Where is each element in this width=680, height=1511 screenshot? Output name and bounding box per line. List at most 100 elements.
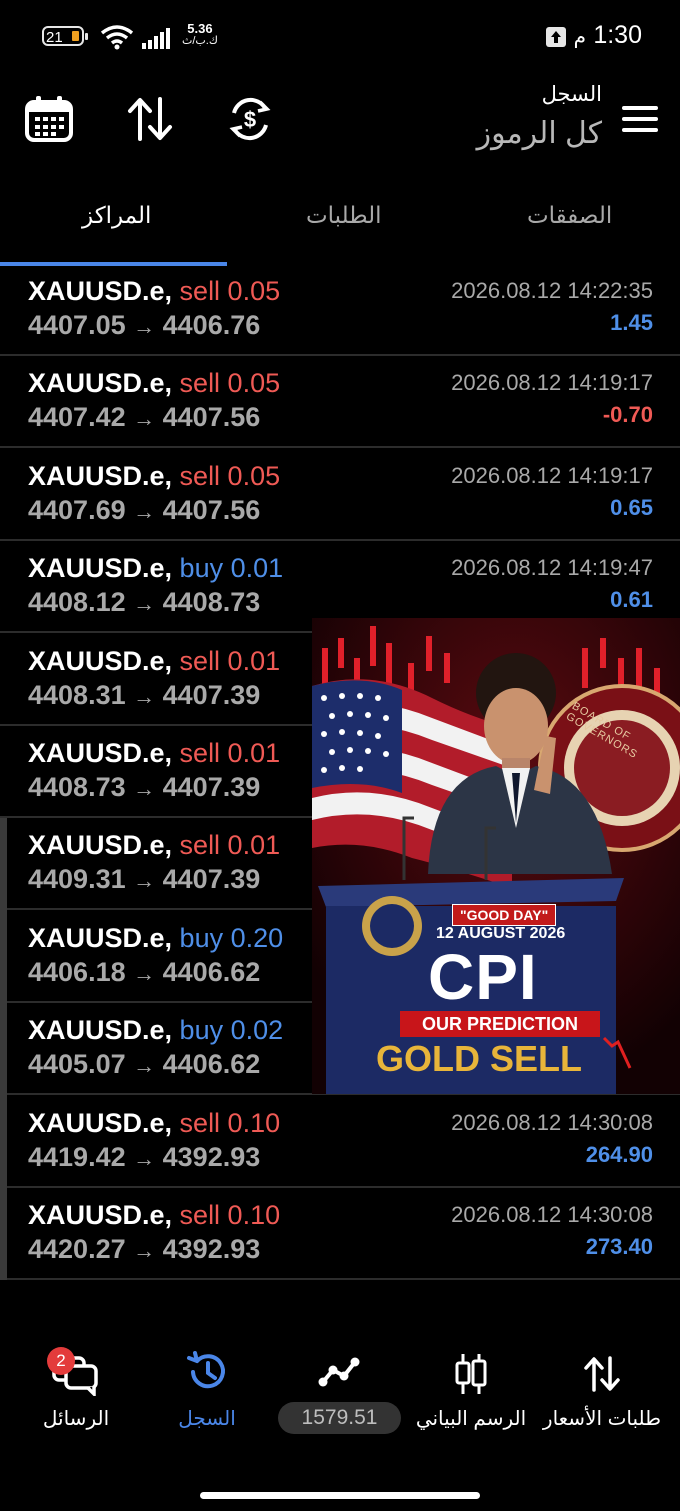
- row-prices: 4406.18 → 4406.62: [28, 957, 260, 988]
- table-row[interactable]: XAUUSD.e, sell 0.05 4407.42 → 4407.56 2026…: [0, 356, 680, 448]
- symbol-filter[interactable]: كل الرموز: [477, 116, 602, 151]
- row-open-price: 4407.42: [28, 402, 126, 432]
- row-open-price: 4406.18: [28, 957, 126, 987]
- tab-positions[interactable]: المراكز: [82, 202, 151, 229]
- row-profit: 273.40: [585, 1234, 653, 1259]
- row-close-price: 4407.39: [162, 680, 261, 710]
- row-symbol: XAUUSD.e, sell 0.01: [28, 646, 281, 676]
- table-row[interactable]: XAUUSD.e, sell 0.05 4407.69 → 4407.56 2026…: [0, 449, 680, 541]
- row-prices: 4408.31 → 4407.39: [28, 680, 260, 711]
- row-open-price: 4408.12: [28, 587, 126, 617]
- arrow-icon: →: [133, 1053, 156, 1078]
- row-close-price: 4406.62: [162, 957, 261, 987]
- calendar-icon[interactable]: [25, 95, 73, 143]
- row-symbol: XAUUSD.e, sell 0.05: [28, 276, 281, 306]
- tab-orders[interactable]: الطلبات: [306, 202, 381, 229]
- candlestick-icon: [455, 1354, 487, 1394]
- trade-value-pill[interactable]: 1579.51: [278, 1402, 401, 1434]
- row-profit: 0.61: [610, 587, 653, 612]
- row-open-price: 4408.73: [28, 772, 126, 802]
- ad-tag: "GOOD DAY": [452, 904, 557, 926]
- menu-icon[interactable]: [622, 106, 658, 134]
- row-side: sell 0.01: [179, 738, 281, 768]
- row-close-price: 4407.56: [162, 495, 261, 525]
- nav-trade[interactable]: [271, 1350, 407, 1397]
- nav-quotes[interactable]: طلبات الأسعار: [534, 1350, 670, 1430]
- row-prices: 4407.05 → 4406.76: [28, 310, 260, 341]
- nav-quotes-label: طلبات الأسعار: [542, 1408, 662, 1430]
- row-close-price: 4392.93: [162, 1142, 261, 1172]
- ad-prediction: OUR PREDICTION: [400, 1011, 600, 1037]
- row-symbol: XAUUSD.e, sell 0.10: [28, 1108, 281, 1138]
- ad-headline: CPI: [428, 941, 538, 1013]
- row-side: sell 0.05: [179, 461, 281, 491]
- row-side: sell 0.10: [179, 1108, 281, 1138]
- row-prices: 4419.42 → 4392.93: [28, 1142, 260, 1173]
- arrow-icon: →: [133, 591, 156, 616]
- row-symbol: XAUUSD.e, sell 0.01: [28, 738, 281, 768]
- row-datetime: 2026.08.12 14:19:47: [451, 555, 653, 580]
- clock: 1:30: [593, 21, 642, 49]
- row-symbol: XAUUSD.e, sell 0.10: [28, 1200, 281, 1230]
- row-open-price: 4419.42: [28, 1142, 126, 1172]
- row-datetime: 2026.08.12 14:30:08: [451, 1110, 653, 1135]
- row-open-price: 4408.31: [28, 680, 126, 710]
- svg-text:$: $: [244, 107, 256, 132]
- table-row[interactable]: XAUUSD.e, sell 0.10 4420.27 → 4392.93 2026…: [0, 1188, 680, 1280]
- arrow-icon: →: [133, 868, 156, 893]
- row-symbol: XAUUSD.e, sell 0.05: [28, 461, 281, 491]
- table-row[interactable]: XAUUSD.e, sell 0.10 4419.42 → 4392.93 2026…: [0, 1096, 680, 1188]
- row-datetime: 2026.08.12 14:22:35: [451, 278, 653, 303]
- row-side: sell 0.10: [179, 1200, 281, 1230]
- group-indicator: [0, 818, 7, 1280]
- row-datetime: 2026.08.12 14:19:17: [451, 370, 653, 395]
- row-prices: 4407.42 → 4407.56: [28, 402, 260, 433]
- ad-call: GOLD SELL: [376, 1038, 582, 1079]
- nav-chart-label: الرسم البياني: [415, 1408, 527, 1430]
- row-prices: 4407.69 → 4407.56: [28, 495, 260, 526]
- upload-notification-icon: [546, 27, 566, 47]
- arrow-icon: →: [133, 499, 156, 524]
- row-symbol: XAUUSD.e, sell 0.05: [28, 368, 281, 398]
- am-pm: م: [573, 26, 586, 48]
- row-close-price: 4406.76: [162, 310, 261, 340]
- history-icon: [187, 1351, 225, 1389]
- sort-icon[interactable]: [127, 97, 173, 141]
- arrow-icon: →: [133, 961, 156, 986]
- nav-messages-label: الرسائل: [42, 1408, 110, 1430]
- status-bar: 21 5.36 ك.ب/ث م 1:30: [0, 0, 680, 70]
- row-close-price: 4407.39: [162, 864, 261, 894]
- row-prices: 4405.07 → 4406.62: [28, 1049, 260, 1080]
- nav-history-label: السجل: [178, 1408, 236, 1430]
- arrow-icon: →: [133, 406, 156, 431]
- home-indicator[interactable]: [200, 1492, 480, 1499]
- row-close-price: 4407.39: [162, 772, 261, 802]
- currency-refresh-icon[interactable]: $: [227, 96, 273, 142]
- trade-line-icon: [318, 1357, 360, 1387]
- row-side: sell 0.05: [179, 276, 281, 306]
- ad-banner[interactable]: BOARD OF GOVERNORS "GOOD DAY" 12 AUGUST …: [312, 618, 680, 1094]
- network-speed: 5.36 ك.ب/ث: [182, 21, 218, 47]
- quotes-icon: [584, 1356, 620, 1392]
- arrow-icon: →: [133, 314, 156, 339]
- table-row[interactable]: XAUUSD.e, sell 0.05 4407.05 → 4406.76 2026…: [0, 264, 680, 356]
- row-close-price: 4392.93: [162, 1234, 261, 1264]
- row-side: buy 0.01: [179, 553, 284, 583]
- row-prices: 4408.73 → 4407.39: [28, 772, 260, 803]
- nav-chart[interactable]: الرسم البياني: [403, 1350, 539, 1430]
- row-profit: 0.65: [610, 495, 653, 520]
- nav-messages[interactable]: الرسائل: [8, 1350, 144, 1430]
- header-subtitle: السجل: [541, 83, 602, 106]
- wifi-icon: [100, 25, 134, 50]
- row-symbol: XAUUSD.e, buy 0.20: [28, 923, 284, 953]
- row-close-price: 4407.56: [162, 402, 261, 432]
- battery-icon: 21: [42, 26, 88, 46]
- row-open-price: 4407.69: [28, 495, 126, 525]
- row-symbol: XAUUSD.e, sell 0.01: [28, 830, 281, 860]
- row-profit: 1.45: [610, 310, 653, 335]
- tab-deals[interactable]: الصفقات: [527, 202, 612, 229]
- row-side: sell 0.05: [179, 368, 281, 398]
- nav-history[interactable]: السجل: [139, 1350, 275, 1430]
- row-profit: -0.70: [602, 402, 653, 427]
- row-datetime: 2026.08.12 14:30:08: [451, 1202, 653, 1227]
